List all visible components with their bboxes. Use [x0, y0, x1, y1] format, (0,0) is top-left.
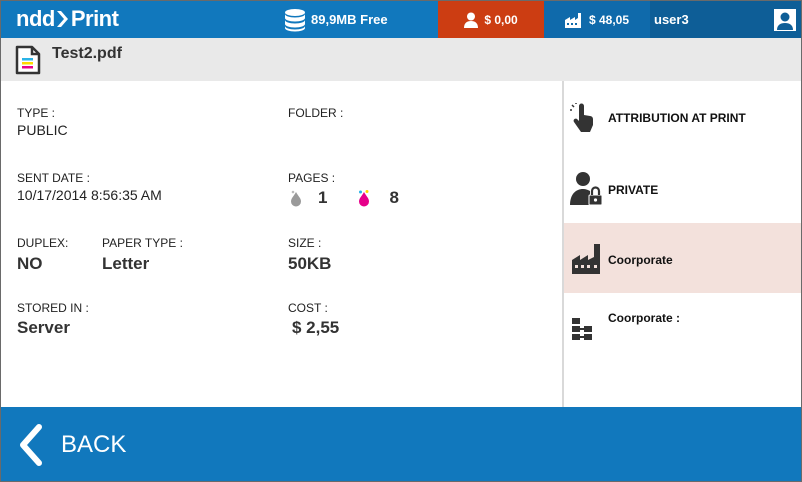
- username: user3: [654, 12, 689, 27]
- option-label: PRIVATE: [608, 183, 659, 197]
- back-button[interactable]: BACK: [1, 407, 801, 481]
- duplex-label: DUPLEX:: [17, 236, 69, 250]
- type-label: TYPE :: [17, 106, 56, 120]
- attribution-options: ATTRIBUTION AT PRINT PRIVATE Coorporate: [562, 81, 801, 407]
- sent-date-label: SENT DATE :: [17, 171, 90, 185]
- type-value: PUBLIC: [17, 122, 68, 138]
- user-icon: [464, 12, 479, 28]
- user-balance-value: $ 0,00: [484, 12, 518, 27]
- stored-in-label: STORED IN :: [17, 301, 89, 315]
- folder-label: FOLDER :: [288, 106, 344, 120]
- file-name: Test2.pdf: [52, 45, 122, 62]
- cost-center-balance: $ 48,05: [544, 1, 650, 38]
- color-ink-icon: [359, 190, 370, 207]
- option-label: ATTRIBUTION AT PRINT: [608, 111, 746, 125]
- logo-text-ndd: ndd: [16, 6, 55, 31]
- cost-label: COST :: [288, 301, 328, 315]
- pages-counts: 1 8: [289, 188, 399, 208]
- app-logo: ndd Print: [16, 6, 119, 32]
- database-icon: [285, 8, 305, 31]
- option-label: Coorporate: [608, 253, 673, 267]
- chevron-left-icon: [20, 424, 42, 466]
- duplex-value: NO: [17, 254, 43, 273]
- size-label: SIZE :: [288, 236, 322, 250]
- hand-pointer-icon: [570, 103, 593, 132]
- paper-type-label: PAPER TYPE :: [102, 236, 183, 250]
- option-attribution-at-print[interactable]: ATTRIBUTION AT PRINT: [564, 83, 801, 153]
- option-label: Coorporate :: [608, 311, 680, 325]
- mono-ink-icon: [291, 190, 301, 207]
- option-coorporate-detail[interactable]: Coorporate :: [564, 293, 801, 363]
- avatar-icon: [777, 12, 793, 30]
- document-color-icon: [15, 45, 41, 75]
- hierarchy-icon: [572, 318, 592, 340]
- option-private[interactable]: PRIVATE: [564, 153, 801, 223]
- app-window: ndd Print 89,9MB Free $ 0,00 $ 48,05 use…: [0, 0, 802, 482]
- user-lock-icon: [570, 172, 603, 206]
- pages-mono-count: 1: [318, 188, 328, 207]
- top-bar: ndd Print 89,9MB Free $ 0,00 $ 48,05 use…: [1, 1, 801, 38]
- logo-chevron-icon: [56, 11, 68, 27]
- storage-free-text: 89,9MB Free: [311, 12, 388, 27]
- factory-icon: [572, 244, 600, 274]
- paper-type-value: Letter: [102, 254, 150, 273]
- stored-in-value: Server: [17, 318, 70, 337]
- sent-date-value: 10/17/2014 8:56:35 AM: [17, 187, 162, 203]
- back-label: BACK: [61, 431, 127, 458]
- user-balance: $ 0,00: [438, 1, 544, 38]
- storage-indicator: 89,9MB Free: [283, 1, 388, 38]
- pages-color-count: 8: [389, 188, 399, 207]
- pages-label: PAGES :: [288, 171, 336, 185]
- option-coorporate[interactable]: Coorporate: [564, 223, 801, 293]
- job-details: TYPE : PUBLIC FOLDER : SENT DATE : 10/17…: [1, 81, 562, 407]
- avatar[interactable]: [773, 8, 797, 32]
- factory-icon: [564, 12, 581, 28]
- logo-text-print: Print: [70, 6, 119, 31]
- size-value: 50KB: [288, 254, 332, 273]
- cost-value: $ 2,55: [292, 318, 340, 337]
- file-header: Test2.pdf: [1, 38, 801, 81]
- user-menu[interactable]: user3: [650, 1, 801, 38]
- cost-center-balance-value: $ 48,05: [588, 12, 630, 27]
